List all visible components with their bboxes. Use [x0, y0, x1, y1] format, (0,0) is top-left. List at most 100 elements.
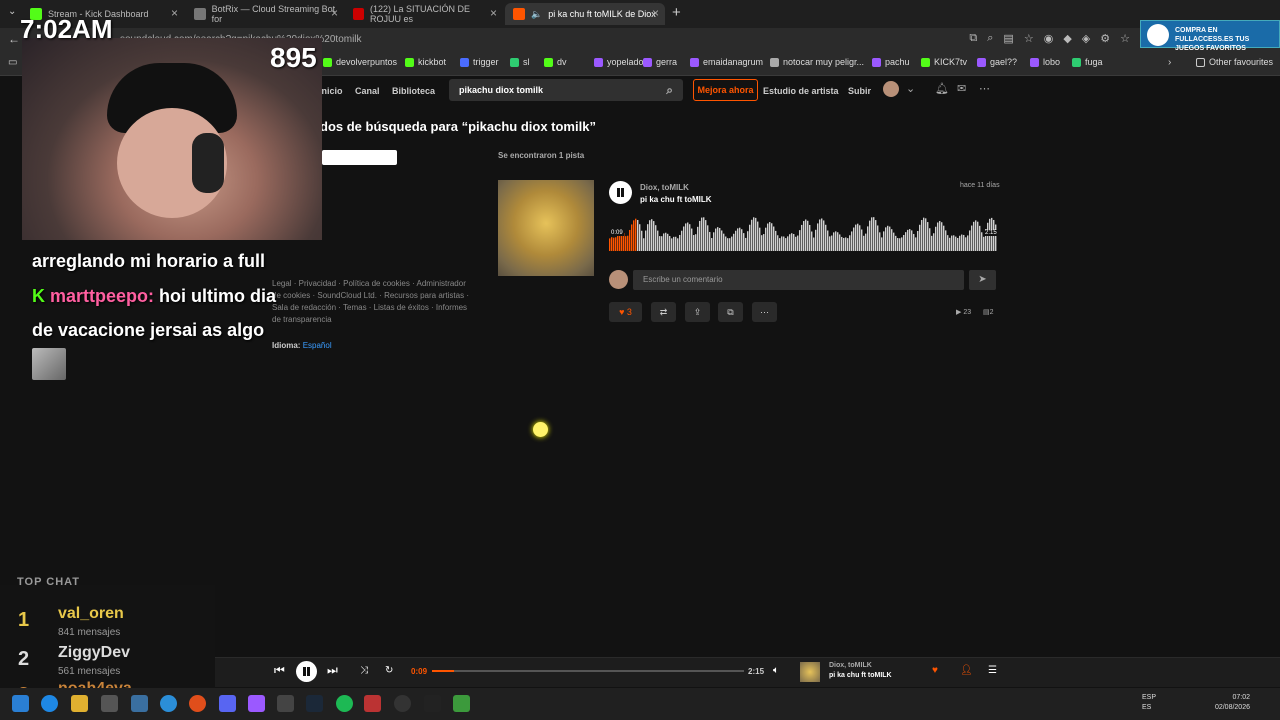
- app-icon[interactable]: [189, 695, 206, 712]
- close-icon[interactable]: ×: [652, 6, 659, 20]
- app-icon[interactable]: [131, 695, 148, 712]
- edge-icon[interactable]: [41, 695, 58, 712]
- track-title[interactable]: pi ka chu ft toMILK: [640, 195, 712, 204]
- bookmark-item[interactable]: trigger: [460, 57, 499, 67]
- language-indicator[interactable]: ESP ES: [1142, 693, 1156, 713]
- player-cover[interactable]: [800, 662, 820, 682]
- bookmark-item[interactable]: pachu: [872, 57, 910, 67]
- bookmark-item[interactable]: gerra: [643, 57, 677, 67]
- like-button[interactable]: ♥ 3: [609, 302, 642, 322]
- discord-icon[interactable]: [219, 695, 236, 712]
- waveform-bar: [897, 238, 899, 251]
- top-chat-count: 561 mensajes: [58, 666, 121, 677]
- close-icon[interactable]: ×: [171, 6, 178, 20]
- player-title[interactable]: pi ka chu ft toMILK: [829, 672, 892, 679]
- windows-start-icon[interactable]: [12, 695, 29, 712]
- tab-menu-icon[interactable]: ⌄: [8, 6, 16, 17]
- mail-icon[interactable]: ✉: [957, 82, 966, 95]
- back-icon[interactable]: ←: [8, 32, 20, 46]
- pause-button[interactable]: [609, 181, 632, 204]
- filter-bar[interactable]: [322, 150, 397, 165]
- bookmark-item[interactable]: emaidanagrum: [690, 57, 763, 67]
- repeat-icon[interactable]: ↻: [385, 665, 393, 676]
- upload-link[interactable]: Subir: [848, 86, 871, 96]
- favorites-icon[interactable]: ☆: [1120, 32, 1130, 45]
- player-pause-button[interactable]: [296, 661, 317, 682]
- tab-soundcloud[interactable]: 🔈 pi ka chu ft toMILK de Diox ×: [505, 3, 665, 25]
- obs-icon[interactable]: [394, 695, 411, 712]
- steam-icon: [1147, 24, 1169, 46]
- more-icon[interactable]: ⋯: [979, 82, 990, 95]
- search-input[interactable]: pikachu diox tomilk ⌕: [449, 79, 683, 101]
- chevron-right-icon[interactable]: ›: [1168, 57, 1171, 68]
- player-artist[interactable]: Diox, toMILK: [829, 662, 872, 669]
- previous-icon[interactable]: ⏮: [274, 663, 285, 678]
- nav-library[interactable]: Biblioteca: [392, 86, 435, 96]
- waveform-bar: [835, 231, 837, 251]
- avatar[interactable]: [883, 81, 899, 97]
- system-clock[interactable]: 07:02 02/08/2026: [1204, 693, 1250, 713]
- app-icon[interactable]: [160, 695, 177, 712]
- sidebar-icon[interactable]: ▭: [8, 57, 17, 68]
- volume-icon[interactable]: 🔈︎: [773, 665, 779, 676]
- other-favourites[interactable]: Other favourites: [1196, 57, 1273, 67]
- share-button[interactable]: ⇪: [685, 302, 710, 322]
- bookmark-item[interactable]: notocar muy peligr...: [770, 57, 864, 67]
- minecraft-icon[interactable]: [453, 695, 470, 712]
- steam-icon[interactable]: [306, 695, 323, 712]
- next-icon[interactable]: ⏭: [327, 663, 338, 678]
- app-icon[interactable]: [277, 695, 294, 712]
- footer-links[interactable]: Legal · Privacidad · Política de cookies…: [272, 278, 472, 326]
- send-icon[interactable]: ➤: [969, 270, 996, 290]
- nav-channel[interactable]: Canal: [355, 86, 380, 96]
- shuffle-icon[interactable]: ⤨: [360, 665, 368, 676]
- bookmark-item[interactable]: sl: [510, 57, 530, 67]
- app-icon[interactable]: [424, 695, 441, 712]
- track-cover-image[interactable]: [498, 180, 594, 276]
- bookmark-item[interactable]: devolverpuntos: [323, 57, 397, 67]
- progress-bar[interactable]: [432, 670, 744, 672]
- bookmark-item[interactable]: kickbot: [405, 57, 446, 67]
- tab-botrix[interactable]: BotRix — Cloud Streaming Bot for ×: [186, 3, 344, 25]
- language-value[interactable]: Español: [303, 341, 332, 350]
- nav-home[interactable]: Inicio: [319, 86, 343, 96]
- spotify-icon[interactable]: [336, 695, 353, 712]
- copy-link-button[interactable]: ⧉: [718, 302, 743, 322]
- more-button[interactable]: ⋯: [752, 302, 777, 322]
- comment-input[interactable]: Escribe un comentario: [633, 270, 964, 290]
- artist-studio-link[interactable]: Estudio de artista: [763, 86, 839, 96]
- extension-icon[interactable]: ◈: [1082, 32, 1090, 45]
- star-icon[interactable]: ☆: [1024, 32, 1034, 45]
- heart-icon[interactable]: ♥: [932, 665, 938, 676]
- settings-icon[interactable]: [101, 695, 118, 712]
- extension-icon[interactable]: ◉: [1044, 32, 1054, 45]
- chevron-down-icon[interactable]: ⌄: [906, 82, 915, 95]
- repost-button[interactable]: ⇄: [651, 302, 676, 322]
- language-selector[interactable]: Idioma: Español: [272, 341, 332, 350]
- queue-icon[interactable]: ☰: [988, 665, 997, 676]
- track-artist[interactable]: Diox, toMILK: [640, 183, 689, 192]
- bookmark-item[interactable]: yopelado: [594, 57, 644, 67]
- file-explorer-icon[interactable]: [71, 695, 88, 712]
- tab-youtube[interactable]: (122) La SITUACIÓN DE ROJUU es ×: [345, 3, 503, 25]
- search-icon[interactable]: ⌕: [666, 79, 673, 101]
- close-icon[interactable]: ×: [490, 6, 497, 20]
- app-icon[interactable]: [248, 695, 265, 712]
- waveform[interactable]: [609, 213, 997, 251]
- bookmark-item[interactable]: gael??: [977, 57, 1017, 67]
- zoom-icon[interactable]: ⌕: [987, 32, 993, 45]
- extension-icon[interactable]: ⚙: [1100, 32, 1110, 45]
- new-tab-button[interactable]: +: [672, 4, 681, 21]
- follow-icon[interactable]: 👤︎: [960, 665, 973, 676]
- bookmark-item[interactable]: KICK7tv: [921, 57, 967, 67]
- open-external-icon[interactable]: ⧉: [969, 32, 977, 45]
- bookmark-item[interactable]: dv: [544, 57, 567, 67]
- bookmark-item[interactable]: lobo: [1030, 57, 1060, 67]
- close-icon[interactable]: ×: [331, 6, 338, 20]
- extension-icon[interactable]: ◆: [1063, 32, 1071, 45]
- bookmark-item[interactable]: fuga: [1072, 57, 1103, 67]
- bell-icon[interactable]: 🔔︎: [935, 82, 949, 95]
- app-icon[interactable]: [364, 695, 381, 712]
- upgrade-button[interactable]: Mejora ahora: [693, 79, 758, 101]
- reader-icon[interactable]: ▤: [1003, 32, 1013, 45]
